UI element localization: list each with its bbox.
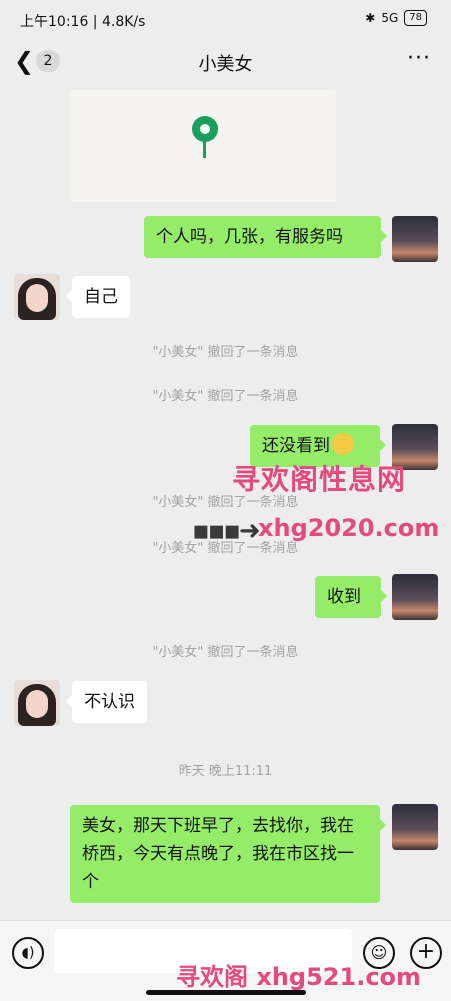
my-avatar[interactable] [392, 804, 438, 850]
more-options-icon[interactable]: ··· [407, 46, 431, 71]
network-label: 5G [381, 11, 399, 25]
recall-notice: "小美女" 撤回了一条消息 [152, 495, 299, 510]
contact-avatar[interactable] [14, 680, 60, 726]
recall-notice: "小美女" 撤回了一条消息 [152, 345, 299, 360]
input-bar: ◖) ☺ + 寻欢阁 xhg521.com [0, 920, 451, 1001]
message-bubble-incoming[interactable]: 自己 [66, 276, 130, 318]
watermark-text: 寻欢阁 xhg521.com [176, 963, 422, 991]
frown-emoji-icon [332, 433, 354, 455]
status-bar: 上午10:16 | 4.8K/s ✱ 5G 78 [0, 0, 451, 40]
home-indicator [146, 990, 306, 995]
status-icons: ✱ 5G 78 [365, 10, 427, 26]
battery-indicator: 78 [404, 10, 427, 26]
location-map-message[interactable] [70, 90, 336, 202]
message-bubble-outgoing[interactable]: 收到 [315, 576, 387, 618]
chat-header: ❮ 2 小美女 ··· [0, 40, 451, 84]
recall-notice: "小美女" 撤回了一条消息 [152, 389, 299, 404]
time-divider: 昨天 晚上11:11 [178, 764, 273, 779]
message-list[interactable]: 个人吗，几张，有服务吗 自己 "小美女" 撤回了一条消息 "小美女" 撤回了一条… [0, 84, 451, 920]
recall-notice: "小美女" 撤回了一条消息 [152, 645, 299, 660]
message-text: 还没看到 [262, 436, 330, 456]
contact-avatar[interactable] [14, 274, 60, 320]
my-avatar[interactable] [392, 216, 438, 262]
status-time: 上午10:16 | 4.8K/s [20, 14, 146, 30]
bluetooth-icon: ✱ [365, 11, 376, 25]
message-bubble-incoming[interactable]: 不认识 [66, 681, 147, 723]
my-avatar[interactable] [392, 574, 438, 620]
map-pin-icon [192, 116, 218, 142]
recall-notice: "小美女" 撤回了一条消息 [152, 541, 299, 556]
message-bubble-outgoing[interactable]: 个人吗，几张，有服务吗 [144, 216, 387, 258]
voice-input-icon[interactable]: ◖) [12, 937, 44, 969]
message-bubble-outgoing[interactable]: 美女，那天下班早了，去找你，我在桥西，今天有点晚了，我在市区找一个 [70, 805, 386, 903]
map-pin-stem [203, 140, 206, 158]
chat-title: 小美女 [198, 54, 253, 75]
